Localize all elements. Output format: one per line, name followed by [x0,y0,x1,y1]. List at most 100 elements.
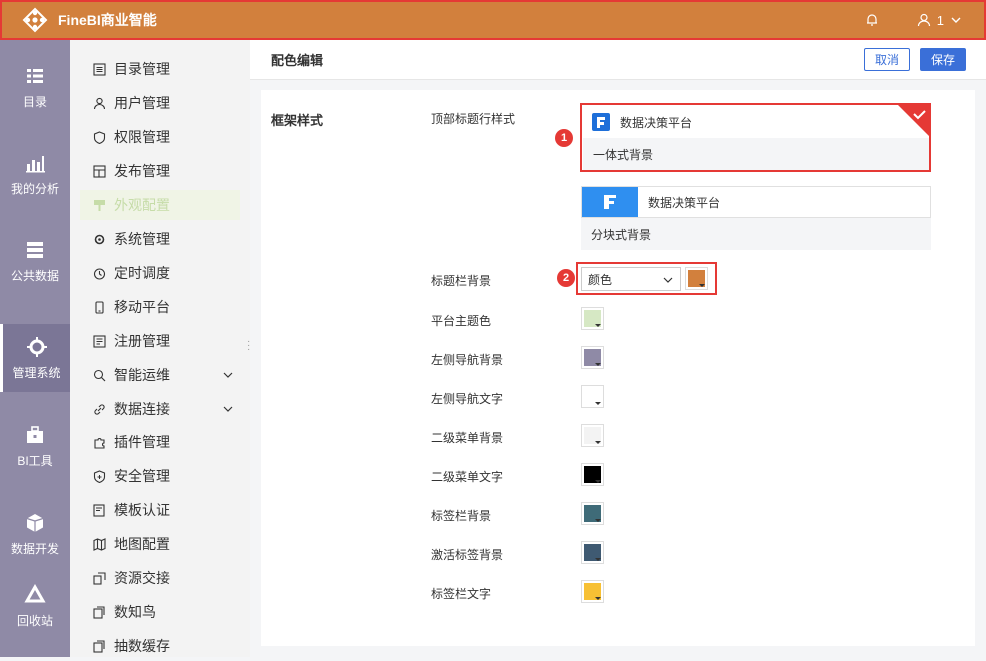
subnav-label: 定时调度 [114,265,170,281]
subnav-item-system[interactable]: 系统管理 [80,224,240,254]
nav-label: 回收站 [16,613,53,628]
subnav-label: 数据连接 [114,401,170,417]
subnav-item-map[interactable]: 地图配置 [80,529,240,559]
subnav-label: 移动平台 [114,299,170,315]
link-icon [92,402,106,416]
analysis-icon [26,155,45,172]
nav-label: 管理系统 [12,365,61,380]
subnav-label: 权限管理 [114,129,170,145]
color-row-label: 二级菜单文字 [431,470,504,484]
subnav-item-register[interactable]: 注册管理 [80,326,240,356]
color-swatch[interactable] [581,346,604,369]
color-swatch[interactable] [581,580,604,603]
subnav-item-catalog[interactable]: 目录管理 [80,54,240,84]
subnav-item-permissions[interactable]: 权限管理 [80,122,240,152]
recycle-icon [24,583,46,602]
nav-label: BI工具 [17,453,53,468]
search-icon [92,368,106,382]
color-swatch[interactable] [581,307,604,330]
nav-item-bi-tools[interactable]: BI工具 [0,412,70,480]
subnav-label: 插件管理 [114,434,170,450]
section-label: 框架样式 [271,113,324,128]
sub-nav: 目录管理 用户管理 权限管理 发布管理 外观配置 系统管理 定时调度 移动平台 … [70,40,250,657]
user-name: 1 [936,12,944,28]
nav-label: 我的分析 [10,181,59,196]
subnav-label: 模板认证 [114,502,170,518]
subnav-item-template-auth[interactable]: 模板认证 [80,495,240,525]
map-icon [92,537,106,551]
color-swatch[interactable] [581,463,604,486]
subnav-item-appearance[interactable]: 外观配置 [80,190,240,220]
gear-icon [92,232,106,246]
top-title-bar: FineBI商业智能 1 [0,0,986,40]
nav-label: 公共数据 [10,268,59,283]
color-swatch[interactable] [581,541,604,564]
subnav-label: 注册管理 [114,333,170,349]
subnav-label: 安全管理 [114,468,170,484]
user-menu[interactable]: 1 [917,13,962,28]
subnav-item-handover[interactable]: 资源交接 [80,563,240,593]
title-bg-label: 标题栏背景 [431,274,492,288]
subnav-item-plugins[interactable]: 插件管理 [80,427,240,457]
cube-icon [26,513,44,532]
gear-icon [26,336,47,357]
card-header: 数据决策平台 [581,186,931,218]
header-style-label: 顶部标题行样式 [431,112,516,126]
highlight-box-1 [580,103,931,172]
finebi-logo-icon [22,7,48,33]
color-swatch[interactable] [581,502,604,525]
register-icon [92,334,106,348]
database-icon [27,241,43,258]
color-row-label: 激活标签背景 [431,548,504,562]
color-row-label: 左侧导航背景 [431,353,504,367]
chevron-down-icon [223,372,233,378]
subnav-label: 系统管理 [114,231,170,247]
chevron-down-icon [223,406,233,412]
subnav-item-publish[interactable]: 发布管理 [80,156,240,186]
subnav-item-users[interactable]: 用户管理 [80,88,240,118]
color-row-label: 标签栏文字 [431,587,492,601]
style-option-block[interactable]: 数据决策平台 分块式背景 [581,186,931,250]
subnav-item-ops[interactable]: 智能运维 [80,360,240,390]
save-button[interactable]: 保存 [920,48,966,71]
subnav-item-mobile[interactable]: 移动平台 [80,292,240,322]
card-title: 数据决策平台 [648,195,721,210]
subnav-label: 资源交接 [114,570,170,586]
cancel-button[interactable]: 取消 [864,48,910,71]
highlight-box-2 [576,262,717,295]
copy-icon [92,639,106,653]
bell-icon[interactable] [865,13,879,27]
nav-item-recycle[interactable]: 回收站 [0,572,70,640]
brush-icon [92,198,106,212]
shield-icon [92,469,106,483]
left-nav: 目录 我的分析 公共数据 管理系统 BI工具 数据开发 回收站 [0,40,70,657]
subnav-label: 发布管理 [114,163,170,179]
nav-item-management[interactable]: 管理系统 [0,324,70,392]
nav-label: 数据开发 [10,541,59,556]
subnav-label: 外观配置 [114,197,170,213]
user-icon [917,13,930,27]
brand-title: FineBI商业智能 [58,12,157,28]
selected-check-icon [898,105,929,136]
color-swatch[interactable] [581,424,604,447]
color-row-label: 标签栏背景 [431,509,492,523]
subnav-label: 目录管理 [114,61,170,77]
nav-item-data-dev[interactable]: 数据开发 [0,500,70,568]
card-caption: 分块式背景 [591,227,652,242]
nav-item-public-data[interactable]: 公共数据 [0,227,70,295]
subnav-item-security[interactable]: 安全管理 [80,461,240,491]
annotation-badge-2: 2 [557,269,575,287]
subnav-item-schedule[interactable]: 定时调度 [80,258,240,288]
subnav-item-shuzhiniao[interactable]: 数知鸟 [80,597,240,627]
subnav-label: 地图配置 [114,536,170,552]
nav-label: 目录 [22,94,47,109]
nav-item-analysis[interactable]: 我的分析 [0,140,70,208]
subnav-label: 智能运维 [114,367,170,383]
color-swatch[interactable] [581,385,604,408]
resize-handle[interactable]: · · · [247,337,251,355]
color-row-label: 平台主题色 [431,314,492,328]
handover-icon [92,571,106,585]
nav-item-catalog[interactable]: 目录 [0,53,70,121]
clock-icon [92,266,106,280]
subnav-item-connection[interactable]: 数据连接 [80,394,240,424]
